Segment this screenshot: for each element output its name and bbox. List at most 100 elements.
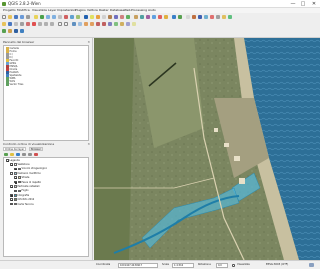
layer-checkbox[interactable] — [10, 172, 13, 175]
zoom-full-icon[interactable] — [58, 15, 62, 19]
delete-selected-icon[interactable] — [32, 22, 36, 26]
zoom-layer-icon[interactable] — [64, 15, 68, 19]
layer-checkbox[interactable] — [14, 167, 17, 171]
help-icon[interactable] — [172, 15, 176, 19]
label-change-icon[interactable] — [164, 15, 168, 19]
layer-checkbox[interactable] — [10, 194, 13, 197]
layer-checkbox[interactable] — [10, 185, 13, 188]
save-project-icon[interactable] — [14, 15, 18, 19]
layer-item[interactable]: Strade — [14, 176, 29, 180]
layer-item[interactable]: Foglio — [14, 189, 29, 193]
offset-curve-icon[interactable] — [114, 22, 118, 26]
python-console-icon[interactable] — [178, 15, 182, 19]
browser-item[interactable]: Vector Tiles — [6, 83, 23, 86]
paste-features-icon[interactable] — [50, 22, 54, 26]
filter-legend-icon[interactable] — [16, 152, 20, 156]
layer-checkbox[interactable] — [6, 159, 9, 162]
map-canvas[interactable] — [94, 38, 320, 260]
refresh-icon[interactable] — [84, 15, 88, 19]
layer-checkbox[interactable] — [14, 180, 17, 184]
label-move-icon[interactable] — [152, 15, 156, 19]
select-icon[interactable] — [96, 15, 100, 19]
label-pin-icon[interactable] — [146, 15, 150, 19]
copy-features-icon[interactable] — [44, 22, 48, 26]
split-features-icon[interactable] — [120, 22, 124, 26]
layer-item[interactable]: Demanio marittimo — [10, 172, 41, 176]
remove-layer-icon[interactable] — [34, 152, 38, 156]
browser-panel-close-icon[interactable]: ✕ — [87, 40, 90, 44]
layer-checkbox[interactable] — [10, 198, 13, 201]
layer-checkbox[interactable] — [10, 202, 13, 206]
layer-item[interactable]: Particelle catastali — [10, 185, 39, 189]
digitize-icon[interactable] — [72, 22, 76, 26]
delete-part-icon[interactable] — [102, 22, 106, 26]
open-attribute-table-icon[interactable] — [108, 15, 112, 19]
plugin-icon-2[interactable] — [192, 15, 196, 19]
crs-status[interactable]: EPSG:3003 (OTF) — [266, 263, 288, 267]
delete-ring-icon[interactable] — [96, 22, 100, 26]
add-postgis-icon[interactable] — [14, 29, 18, 33]
layer-checkbox[interactable] — [14, 176, 17, 179]
zoom-selection-icon[interactable] — [70, 15, 74, 19]
node-tool-icon[interactable] — [26, 22, 30, 26]
plugin-icon-6[interactable] — [216, 15, 220, 19]
rotation-field[interactable]: 0,0 — [216, 263, 228, 268]
add-spatialite-icon[interactable] — [20, 29, 24, 33]
toggle-editing-icon[interactable] — [2, 22, 6, 26]
add-part-icon[interactable] — [90, 22, 94, 26]
save-as-icon[interactable] — [20, 15, 24, 19]
new-project-icon[interactable] — [2, 15, 6, 19]
print-composer-icon[interactable] — [26, 15, 30, 19]
text-annotation-icon[interactable] — [134, 15, 138, 19]
plugin-icon-4[interactable] — [204, 15, 208, 19]
zoom-out-icon[interactable] — [52, 15, 56, 19]
layer-item[interactable]: Carta Tecnica — [10, 203, 34, 207]
pan-icon[interactable] — [34, 15, 38, 19]
open-project-icon[interactable] — [8, 15, 12, 19]
layer-checkbox[interactable] — [14, 189, 17, 193]
expand-all-icon[interactable] — [22, 152, 26, 156]
zoom-last-icon[interactable] — [76, 15, 80, 19]
coordinate-field[interactable]: 1001427,4434917 — [118, 263, 158, 268]
plugin-icon[interactable] — [186, 15, 190, 19]
add-raster-layer-icon[interactable] — [8, 29, 12, 33]
tab-layer-order[interactable]: Ordine dei layer — [3, 147, 27, 151]
add-group-icon[interactable] — [4, 152, 8, 156]
plugin-icon-7[interactable] — [222, 15, 226, 19]
layer-checkbox[interactable] — [10, 163, 13, 166]
add-feature-icon[interactable] — [14, 22, 18, 26]
layer-item[interactable]: Idrografia — [10, 194, 29, 198]
merge-features-icon[interactable] — [126, 22, 130, 26]
rotate-point-icon[interactable] — [132, 22, 136, 26]
layer-item[interactable]: Vestizione — [10, 163, 30, 167]
reshape-icon[interactable] — [108, 22, 112, 26]
layer-style-icon[interactable] — [10, 152, 14, 156]
scale-field[interactable]: 1:4.516 — [172, 263, 194, 268]
layer-item[interactable]: Vincolo idrogeologico — [14, 167, 47, 171]
maximize-button[interactable]: □ — [298, 0, 308, 8]
add-ring-icon[interactable] — [84, 22, 88, 26]
plugin-icon-8[interactable] — [228, 15, 232, 19]
bookmark-icon[interactable] — [126, 15, 130, 19]
deselect-icon[interactable] — [102, 15, 106, 19]
move-feature-icon[interactable] — [20, 22, 24, 26]
layer-item[interactable]: Ortofoto 2012 — [10, 198, 34, 202]
layer-item[interactable]: Fasce di rispetto — [14, 181, 41, 185]
label-rotate-icon[interactable] — [158, 15, 162, 19]
close-button[interactable]: ✕ — [309, 0, 319, 8]
map-tips-icon[interactable] — [120, 15, 124, 19]
layers-panel-close-icon[interactable]: ✕ — [87, 142, 90, 146]
tab-browser[interactable]: Browser — [29, 147, 43, 151]
redo-icon[interactable] — [64, 22, 68, 26]
cut-features-icon[interactable] — [38, 22, 42, 26]
undo-icon[interactable] — [58, 22, 62, 26]
save-edits-icon[interactable] — [8, 22, 12, 26]
pan-to-selection-icon[interactable] — [40, 15, 44, 19]
label-icon[interactable] — [140, 15, 144, 19]
render-checkbox[interactable] — [232, 264, 235, 267]
add-vector-layer-icon[interactable] — [2, 29, 6, 33]
identify-icon[interactable] — [90, 15, 94, 19]
zoom-in-icon[interactable] — [46, 15, 50, 19]
simplify-icon[interactable] — [78, 22, 82, 26]
collapse-all-icon[interactable] — [28, 152, 32, 156]
